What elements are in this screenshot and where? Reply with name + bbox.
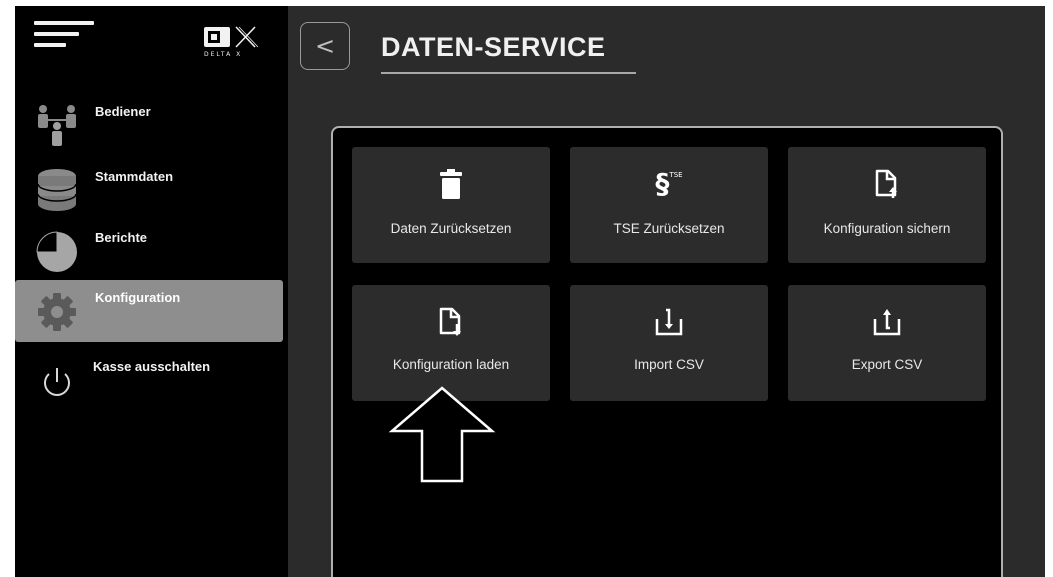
import-icon	[654, 307, 684, 337]
tse-zuruecksetzen-button[interactable]: § TSE TSE Zurücksetzen	[570, 147, 768, 263]
export-icon	[872, 307, 902, 337]
pie-chart-icon	[34, 228, 80, 274]
sidebar-item-bediener[interactable]: Bediener	[15, 94, 283, 156]
pointer-arrow-annotation	[388, 386, 496, 483]
file-upload-icon	[872, 169, 902, 199]
page-title: DATEN-SERVICE	[381, 32, 606, 62]
sidebar-item-label: Kasse ausschalten	[93, 359, 211, 374]
logo-text: DELTA X	[204, 51, 243, 58]
konfiguration-sichern-button[interactable]: Konfiguration sichern	[788, 147, 986, 263]
tile-label: Export CSV	[851, 357, 923, 372]
tile-label: Import CSV	[634, 357, 704, 372]
export-csv-button[interactable]: Export CSV	[788, 285, 986, 401]
sidebar-item-berichte[interactable]: Berichte	[15, 220, 283, 282]
sidebar-item-label: Konfiguration	[95, 290, 181, 305]
database-icon	[34, 167, 80, 213]
sidebar: DELTA X Bediener Stammdaten Berichte Kon…	[15, 6, 288, 577]
gear-icon	[34, 288, 80, 334]
import-csv-button[interactable]: Import CSV	[570, 285, 768, 401]
sidebar-item-stammdaten[interactable]: Stammdaten	[15, 159, 283, 221]
sidebar-item-label: Stammdaten	[95, 169, 174, 184]
sidebar-item-label: Bediener	[95, 104, 151, 119]
file-download-icon	[436, 307, 466, 337]
main-area: < DATEN-SERVICE Daten Zurücksetzen § TSE…	[288, 6, 1045, 577]
tse-paragraph-icon: § TSE	[655, 167, 683, 200]
tile-label: Daten Zurücksetzen	[390, 221, 512, 236]
tile-label: Konfiguration laden	[392, 357, 510, 372]
konfiguration-laden-button[interactable]: Konfiguration laden	[352, 285, 550, 401]
power-icon	[34, 354, 80, 400]
app-screen: DELTA X Bediener Stammdaten Berichte Kon…	[15, 6, 1045, 577]
menu-icon[interactable]	[34, 21, 94, 55]
data-service-panel: Daten Zurücksetzen § TSE TSE Zurücksetze…	[331, 126, 1003, 577]
back-button[interactable]: <	[300, 22, 350, 70]
sidebar-item-kasse-ausschalten[interactable]: Kasse ausschalten	[15, 346, 283, 408]
title-underline	[381, 72, 636, 74]
sidebar-item-label: Berichte	[95, 230, 148, 245]
daten-zuruecksetzen-button[interactable]: Daten Zurücksetzen	[352, 147, 550, 263]
deltax-logo: DELTA X	[203, 24, 269, 64]
sidebar-item-konfiguration[interactable]: Konfiguration	[15, 280, 283, 342]
tile-label: Konfiguration sichern	[823, 221, 951, 236]
tile-label: TSE Zurücksetzen	[613, 221, 725, 236]
users-icon	[34, 102, 80, 148]
trash-icon	[436, 169, 466, 199]
